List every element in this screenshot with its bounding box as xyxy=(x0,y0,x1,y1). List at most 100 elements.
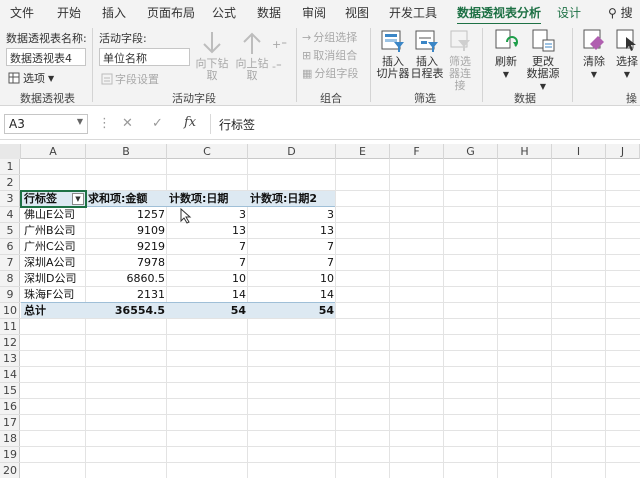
expand-field-icon[interactable]: +⁼ xyxy=(272,38,287,51)
pivot-value-cell[interactable]: 1257 xyxy=(86,207,167,223)
row-header[interactable]: 17 xyxy=(0,415,20,431)
pivot-column-header[interactable]: 计数项:日期2 xyxy=(248,191,336,207)
column-header[interactable]: H xyxy=(498,144,552,159)
pivot-value-cell[interactable]: 9109 xyxy=(86,223,167,239)
pivot-value-cell[interactable]: 7 xyxy=(248,239,336,255)
row-header[interactable]: 5 xyxy=(0,223,20,239)
row-header[interactable]: 9 xyxy=(0,287,20,303)
pivot-total-label[interactable]: 总计 xyxy=(22,303,86,319)
pivot-value-cell[interactable]: 7978 xyxy=(86,255,167,271)
pivot-name-field[interactable]: 数据透视表4 xyxy=(6,48,86,66)
tab-review[interactable]: 审阅 xyxy=(302,4,326,21)
pivot-row-label[interactable]: 深圳A公司 xyxy=(22,255,86,271)
column-header[interactable]: J xyxy=(606,144,640,159)
ungroup-button[interactable]: ⊞ 取消组合 xyxy=(302,47,357,63)
name-box[interactable]: A3 ▼ xyxy=(4,114,88,134)
formula-input[interactable]: 行标签 xyxy=(210,114,640,134)
pivot-column-header[interactable]: 计数项:日期 xyxy=(167,191,248,207)
column-header[interactable]: G xyxy=(444,144,498,159)
collapse-field-icon[interactable]: -⁼ xyxy=(272,60,282,73)
drill-down-button[interactable]: 向下钻取 xyxy=(191,30,233,82)
pivot-value-cell[interactable]: 10 xyxy=(248,271,336,287)
row-header[interactable]: 13 xyxy=(0,351,20,367)
insert-function-icon[interactable]: fx xyxy=(184,115,196,130)
pivot-total-cell[interactable]: 36554.5 xyxy=(86,303,167,319)
tab-design[interactable]: 设计 xyxy=(557,4,581,21)
column-header[interactable]: B xyxy=(86,144,167,159)
filter-connections-button[interactable]: 筛选 器连接 xyxy=(444,28,476,92)
column-header[interactable]: E xyxy=(336,144,390,159)
group-selection-button[interactable]: → 分组选择 xyxy=(302,29,357,45)
column-header[interactable]: I xyxy=(552,144,606,159)
pivot-value-cell[interactable]: 13 xyxy=(167,223,248,239)
row-header[interactable]: 11 xyxy=(0,319,20,335)
drill-up-button[interactable]: 向上钻 取 xyxy=(232,30,272,82)
arrow-right-icon: → xyxy=(302,30,312,44)
pivot-value-cell[interactable]: 7 xyxy=(248,255,336,271)
row-header[interactable]: 15 xyxy=(0,383,20,399)
row-header[interactable]: 3 xyxy=(0,191,20,207)
row-header[interactable]: 2 xyxy=(0,175,20,191)
column-header[interactable]: A xyxy=(21,144,86,159)
pivot-row-label[interactable]: 广州C公司 xyxy=(22,239,86,255)
change-data-source-button[interactable]: 更改 数据源 ▼ xyxy=(522,28,564,93)
refresh-button[interactable]: 刷新 ▼ xyxy=(488,28,524,81)
worksheet[interactable]: A B C D E F G H I J 1 2 3 4 5 6 7 8 9 10… xyxy=(0,140,640,478)
pivot-total-cell[interactable]: 54 xyxy=(167,303,248,319)
select-all-corner[interactable] xyxy=(0,144,21,159)
pivot-column-header[interactable]: 求和项:金额 xyxy=(86,191,167,207)
tab-page-layout[interactable]: 页面布局 xyxy=(147,4,195,21)
row-header[interactable]: 7 xyxy=(0,255,20,271)
tab-home[interactable]: 开始 xyxy=(57,4,81,21)
options-button[interactable]: 选项 ▼ xyxy=(8,70,54,86)
tab-insert[interactable]: 插入 xyxy=(102,4,126,21)
row-header[interactable]: 16 xyxy=(0,399,20,415)
tab-view[interactable]: 视图 xyxy=(345,4,369,21)
row-header[interactable]: 10 xyxy=(0,303,20,319)
row-header[interactable]: 12 xyxy=(0,335,20,351)
more-icon[interactable]: ⋮ xyxy=(98,116,111,131)
column-header[interactable]: C xyxy=(167,144,248,159)
pivot-value-cell[interactable]: 9219 xyxy=(86,239,167,255)
tab-formulas[interactable]: 公式 xyxy=(212,4,236,21)
row-header[interactable]: 19 xyxy=(0,447,20,463)
row-header[interactable]: 18 xyxy=(0,431,20,447)
row-header[interactable]: 1 xyxy=(0,159,20,175)
row-header[interactable]: 4 xyxy=(0,207,20,223)
tab-developer[interactable]: 开发工具 xyxy=(389,4,437,21)
row-header[interactable]: 20 xyxy=(0,463,20,478)
pivot-value-cell[interactable]: 2131 xyxy=(86,287,167,303)
pivot-value-cell[interactable]: 3 xyxy=(248,207,336,223)
pivot-row-label[interactable]: 深圳D公司 xyxy=(22,271,86,287)
pivot-total-cell[interactable]: 54 xyxy=(248,303,336,319)
pivot-value-cell[interactable]: 6860.5 xyxy=(86,271,167,287)
pivot-value-cell[interactable]: 7 xyxy=(167,255,248,271)
clear-button[interactable]: 清除 ▼ xyxy=(578,28,610,81)
pivot-value-cell[interactable]: 10 xyxy=(167,271,248,287)
pivot-value-cell[interactable]: 7 xyxy=(167,239,248,255)
row-header[interactable]: 6 xyxy=(0,239,20,255)
row-header[interactable]: 8 xyxy=(0,271,20,287)
insert-slicer-button[interactable]: 插入 切片器 xyxy=(374,28,412,80)
pivot-name-label: 数据透视表名称: xyxy=(6,32,87,45)
column-header[interactable]: D xyxy=(248,144,336,159)
cancel-icon[interactable]: ✕ xyxy=(122,116,133,131)
pivot-value-cell[interactable]: 13 xyxy=(248,223,336,239)
enter-icon[interactable]: ✓ xyxy=(152,116,163,131)
tab-pivot-analyze[interactable]: 数据透视表分析 xyxy=(457,4,542,26)
pivot-row-label[interactable]: 佛山E公司 xyxy=(22,207,86,223)
pivot-value-cell[interactable]: 14 xyxy=(248,287,336,303)
tab-search[interactable]: ⚲ 搜 xyxy=(608,4,633,21)
column-header[interactable]: F xyxy=(390,144,444,159)
tab-data[interactable]: 数据 xyxy=(257,4,281,21)
field-settings-button[interactable]: 字段设置 xyxy=(101,71,159,87)
pivot-row-label[interactable]: 珠海F公司 xyxy=(22,287,86,303)
tab-file[interactable]: 文件 xyxy=(10,4,34,21)
pivot-value-cell[interactable]: 14 xyxy=(167,287,248,303)
active-field-input[interactable]: 单位名称 xyxy=(99,48,190,66)
select-button[interactable]: 选择 ▼ xyxy=(612,28,640,81)
insert-timeline-button[interactable]: 插入 日程表 xyxy=(410,28,444,80)
pivot-row-label[interactable]: 广州B公司 xyxy=(22,223,86,239)
row-header[interactable]: 14 xyxy=(0,367,20,383)
group-field-button[interactable]: ▦ 分组字段 xyxy=(302,65,358,81)
